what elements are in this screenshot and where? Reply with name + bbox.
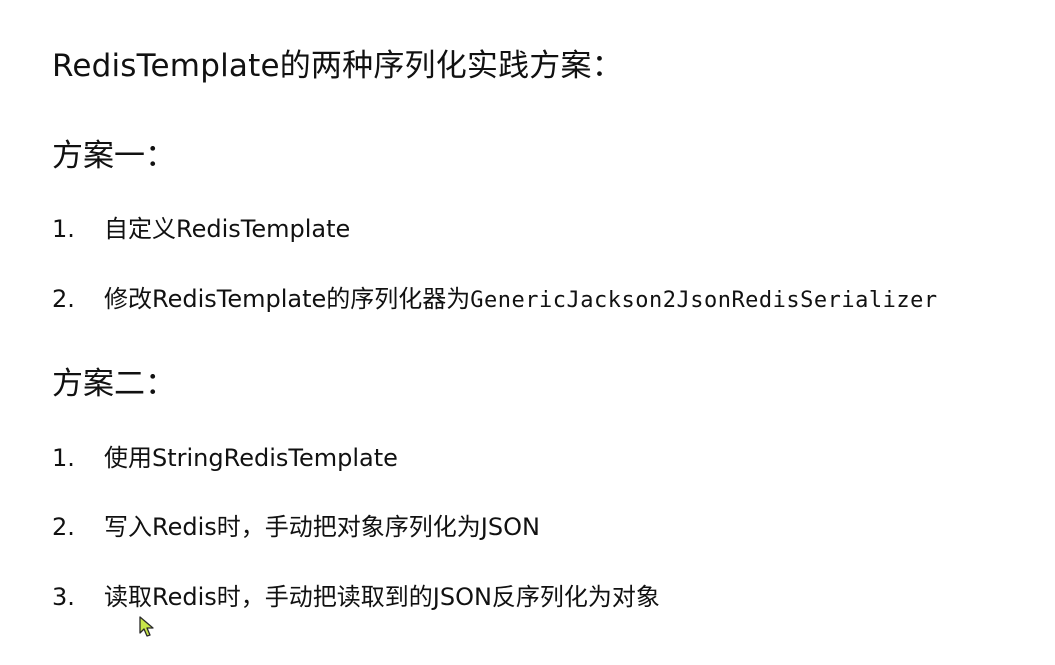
list-number: 1. — [52, 444, 75, 472]
list-item-text: 写入Redis时，手动把对象序列化为JSON — [104, 513, 540, 541]
serializer-class-name: GenericJackson2JsonRedisSerializer — [470, 288, 938, 313]
plan-one-heading: 方案一： — [52, 138, 176, 174]
list-number: 2. — [52, 513, 75, 541]
slide: RedisTemplate的两种序列化实践方案： 方案一： 1. 自定义Redis… — [0, 0, 1055, 665]
list-item-text: 读取Redis时，手动把读取到的JSON反序列化为对象 — [104, 583, 660, 611]
plan-two-heading: 方案二： — [52, 366, 176, 402]
plan-two-item-3: 3. 读取Redis时，手动把读取到的JSON反序列化为对象 — [52, 580, 660, 614]
list-item-text: 使用StringRedisTemplate — [104, 444, 398, 472]
plan-two-item-1: 1. 使用StringRedisTemplate — [52, 441, 398, 475]
list-item-text: 修改RedisTemplate的序列化器为 — [104, 285, 471, 313]
plan-two-item-2: 2. 写入Redis时，手动把对象序列化为JSON — [52, 510, 540, 544]
mouse-pointer-icon — [139, 616, 154, 637]
list-number: 2. — [52, 285, 75, 313]
list-number: 3. — [52, 583, 75, 611]
list-item-text: 自定义RedisTemplate — [104, 215, 351, 243]
list-number: 1. — [52, 215, 75, 243]
plan-one-item-1: 1. 自定义RedisTemplate — [52, 212, 350, 246]
page-title: RedisTemplate的两种序列化实践方案： — [52, 48, 623, 84]
plan-one-item-2: 2. 修改RedisTemplate的序列化器为GenericJackson2Js… — [52, 282, 938, 318]
